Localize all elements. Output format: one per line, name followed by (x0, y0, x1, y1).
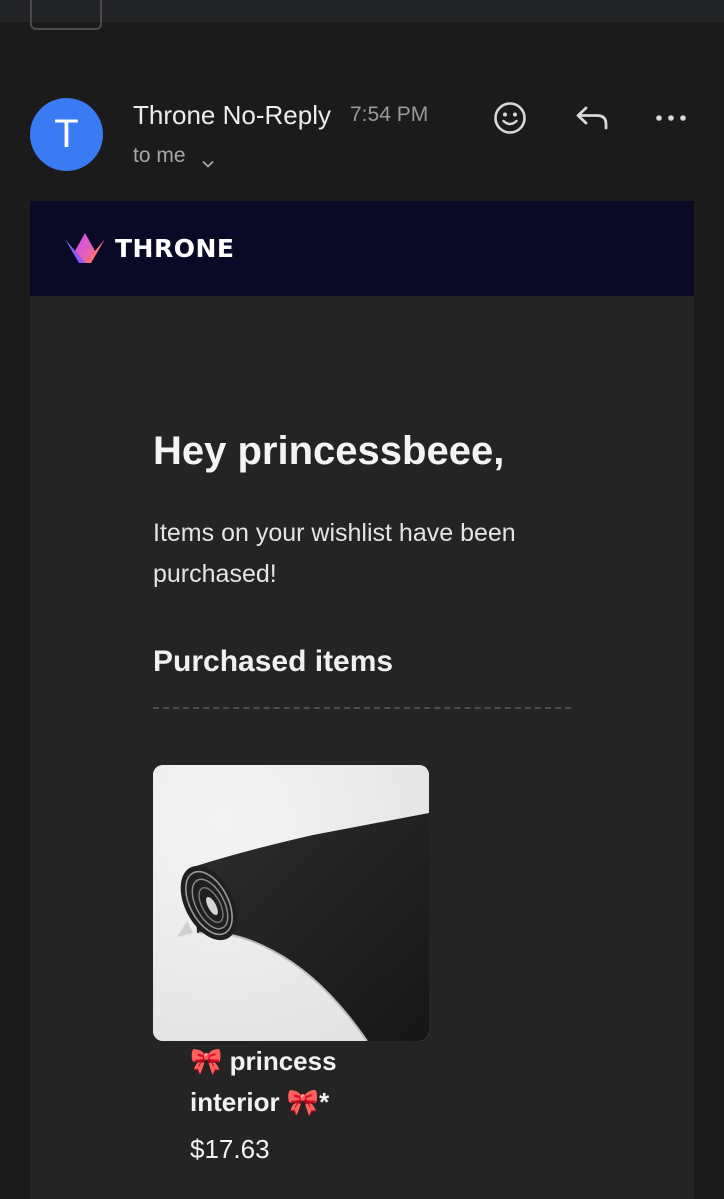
top-toolbar-strip (0, 0, 724, 22)
brand-banner: THRONE (30, 201, 694, 296)
product-name[interactable]: 🎀 princess interior 🎀* (190, 1041, 410, 1123)
smiley-face-icon[interactable] (490, 98, 530, 138)
throne-crown-logo (63, 230, 107, 268)
more-dots-icon[interactable] (651, 98, 691, 138)
product-price: $17.63 (190, 1134, 270, 1164)
wishlist-message: Items on your wishlist have been purchas… (153, 519, 516, 588)
purchased-items-heading: Purchased items (153, 645, 394, 678)
top-button-fragment[interactable] (30, 0, 102, 30)
sender-avatar[interactable]: T (30, 98, 103, 171)
recipient-label: to me (133, 144, 186, 167)
email-time: 7:54 PM (350, 103, 429, 126)
reply-arrow-icon[interactable] (572, 98, 612, 138)
recipient-toggle[interactable]: to me (133, 144, 213, 168)
product-image[interactable] (153, 765, 429, 1041)
sender-name[interactable]: Throne No-Reply (133, 100, 331, 131)
dashed-divider (153, 707, 571, 709)
email-header: T Throne No-Reply 7:54 PM to me (0, 80, 724, 190)
brand-name: THRONE (115, 234, 235, 263)
chevron-down-icon (202, 151, 213, 168)
email-body-card: THRONE Hey princessbeee, Items on your w… (30, 201, 694, 1199)
greeting-heading: Hey princessbeee, (153, 429, 505, 473)
